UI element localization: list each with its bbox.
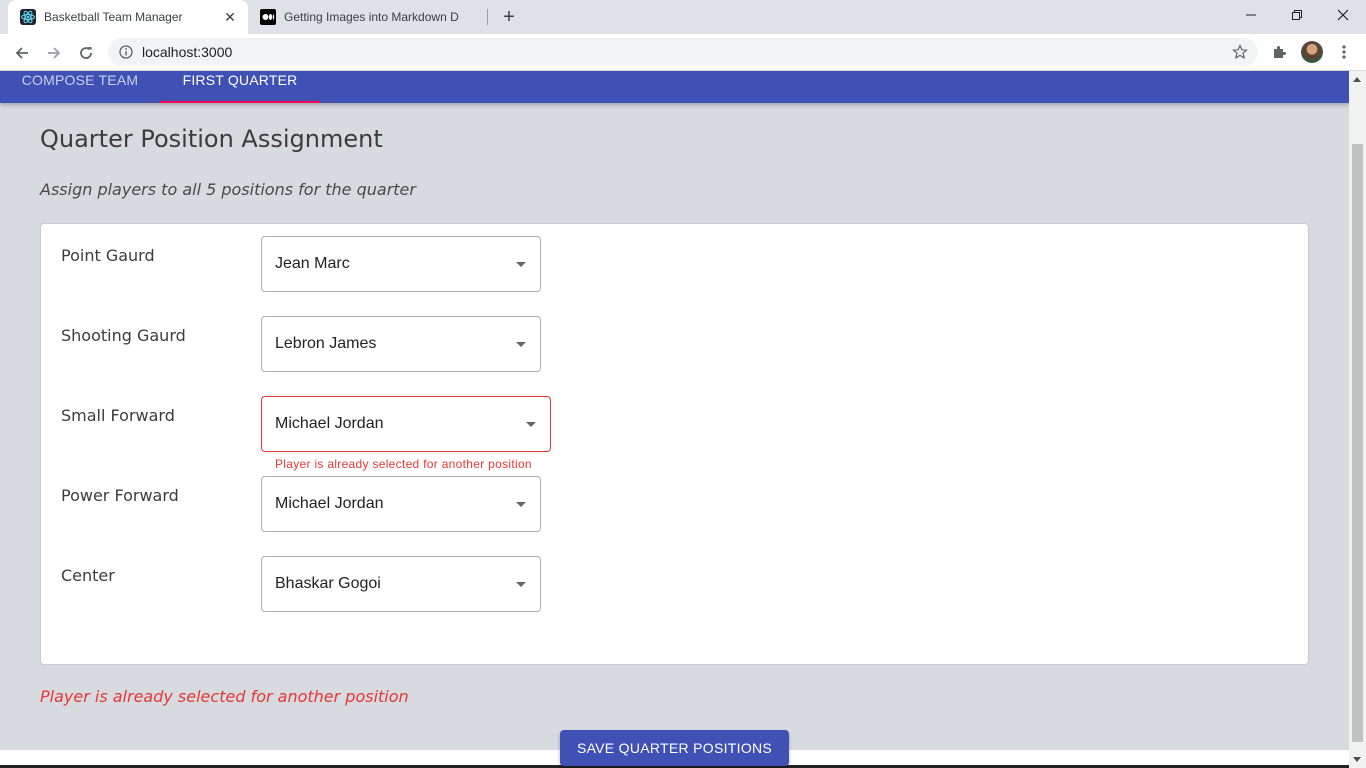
small-forward-error-text: Player is already selected for another p… [275,457,532,471]
tab-first-quarter[interactable]: FIRST QUARTER [160,71,320,103]
dropdown-arrow-icon [526,421,536,427]
restore-icon[interactable] [1274,0,1320,30]
position-label-shooting-guard: Shooting Gaurd [61,326,186,345]
bookmark-star-icon[interactable] [1232,44,1248,60]
browser-toolbar: localhost:3000 [0,34,1366,71]
tab-divider [487,9,488,25]
scroll-down-arrow-icon[interactable] [1353,757,1361,762]
select-value: Bhaskar Gogoi [275,575,381,592]
window-close-icon[interactable] [1320,0,1366,30]
browser-tab-title: Basketball Team Manager [44,10,183,24]
positions-card [40,223,1309,665]
power-forward-select[interactable]: Michael Jordan [261,476,541,532]
medium-icon [260,9,276,25]
new-tab-plus-icon[interactable]: + [498,6,520,28]
page-scrollbar[interactable] [1349,71,1366,768]
select-value: Jean Marc [275,255,350,272]
position-label-small-forward: Small Forward [61,406,175,425]
page-title: Quarter Position Assignment [40,125,383,153]
dropdown-arrow-icon [516,581,526,587]
point-guard-select[interactable]: Jean Marc [261,236,541,292]
back-arrow-icon[interactable] [8,39,36,67]
profile-avatar[interactable] [1301,41,1323,63]
extensions-puzzle-icon[interactable] [1268,41,1290,63]
address-bar[interactable]: localhost:3000 [108,38,1258,66]
save-quarter-positions-button[interactable]: SAVE QUARTER POSITIONS [560,730,789,766]
browser-tab-markdown[interactable]: Getting Images into Markdown D [248,0,488,34]
position-label-power-forward: Power Forward [61,486,179,505]
position-label-center: Center [61,566,115,585]
dropdown-arrow-icon [516,501,526,507]
scrollbar-thumb[interactable] [1352,144,1363,742]
center-select[interactable]: Bhaskar Gogoi [261,556,541,612]
select-value: Michael Jordan [275,495,384,512]
dropdown-arrow-icon [516,261,526,267]
browser-tab-strip: Basketball Team Manager ✕ Getting Images… [0,0,1366,34]
app-tab-bar: COMPOSE TEAM FIRST QUARTER [0,71,1349,103]
forward-arrow-icon[interactable] [40,39,68,67]
select-value: Michael Jordan [275,415,384,432]
reload-icon[interactable] [72,39,100,67]
close-icon[interactable]: ✕ [220,7,240,27]
dropdown-arrow-icon [516,341,526,347]
form-error-message: Player is already selected for another p… [40,687,409,706]
position-label-point-guard: Point Gaurd [61,246,155,265]
scroll-up-arrow-icon[interactable] [1353,77,1361,82]
active-tab-indicator [160,101,320,103]
browser-tab-title: Getting Images into Markdown D [284,10,459,24]
shooting-guard-select[interactable]: Lebron James [261,316,541,372]
url-text: localhost:3000 [142,44,233,60]
browser-tab-basketball[interactable]: Basketball Team Manager ✕ [8,0,248,34]
small-forward-select[interactable]: Michael Jordan [261,396,551,452]
info-icon[interactable] [119,45,133,59]
more-menu-icon[interactable] [1333,41,1355,63]
minimize-icon[interactable] [1228,0,1274,30]
tab-compose-team[interactable]: COMPOSE TEAM [0,71,160,103]
select-value: Lebron James [275,335,377,352]
react-icon [20,9,36,25]
page-subtitle: Assign players to all 5 positions for th… [40,180,416,199]
